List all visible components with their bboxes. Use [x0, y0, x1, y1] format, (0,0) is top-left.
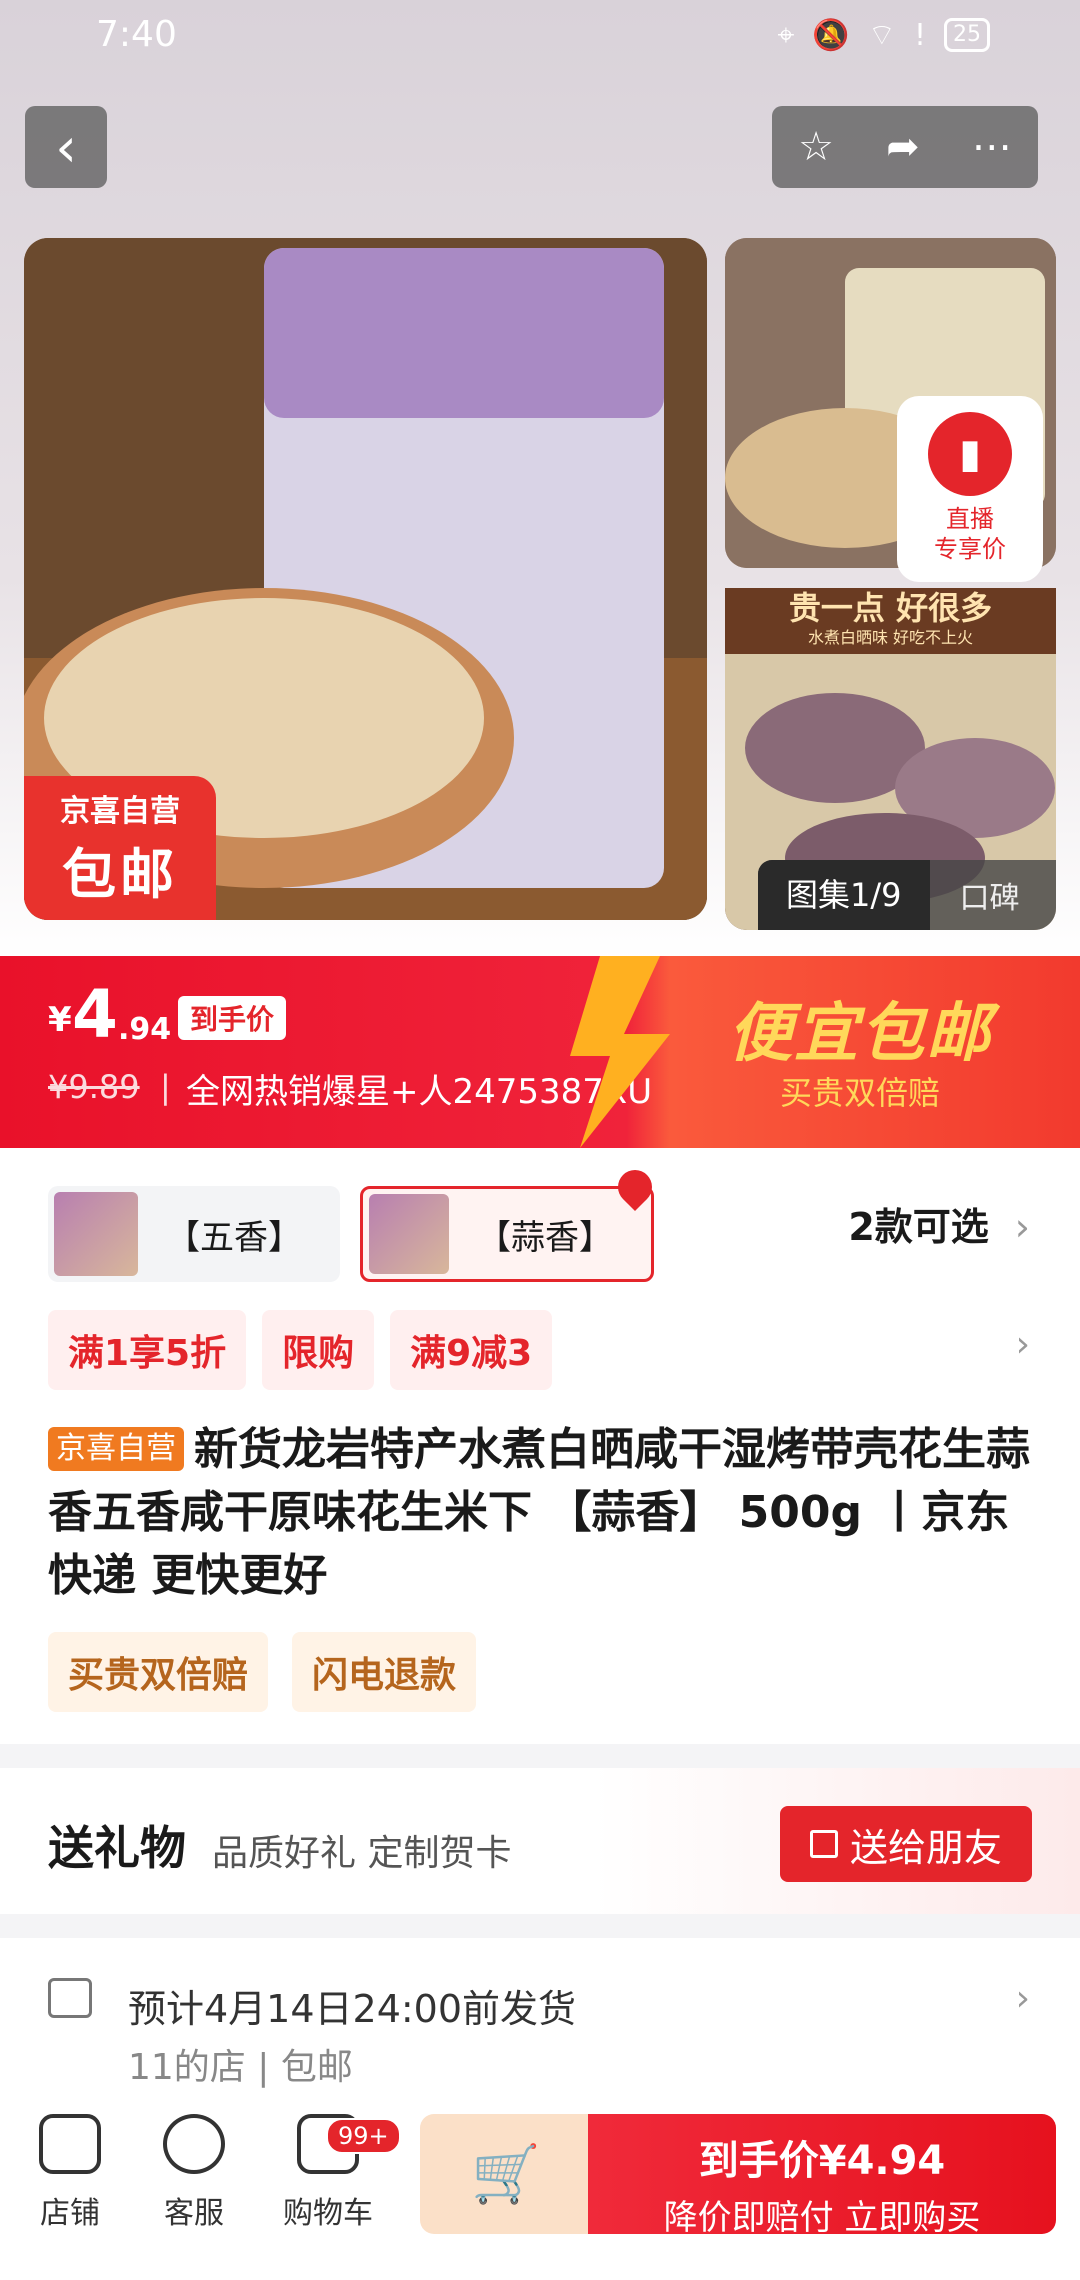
cart-label: 购物车: [283, 2196, 373, 2231]
service-tag[interactable]: 买贵双倍赔: [48, 1632, 269, 1712]
coupon-item[interactable]: 限购: [262, 1310, 375, 1390]
price-integer: 4: [72, 976, 118, 1053]
shipping-section[interactable]: 预计4月14日24:00前发货 11的店 | 包邮 ›: [0, 1938, 1080, 2118]
jingxi-badge-top: 京喜自营: [60, 794, 180, 829]
variant-label: 【五香】: [166, 1217, 302, 1258]
share-icon[interactable]: ➦: [886, 124, 920, 170]
variant-thumb: [369, 1194, 449, 1274]
product-title: 京喜自营 新货龙岩特产水煮白晒咸干湿烤带壳花生蒜香五香咸干原味花生米下 【蒜香】 …: [48, 1418, 1038, 1607]
shop-info: 11的店 | 包邮: [128, 2047, 353, 2088]
shop-button[interactable]: 店铺: [36, 2114, 104, 2232]
battery-icon: 25: [944, 18, 990, 52]
status-time: 7:40: [96, 14, 177, 55]
price-currency: ¥: [48, 1000, 72, 1040]
service-tags: 买贵双倍赔 闪电退款: [48, 1632, 477, 1712]
status-icons: ⌖ 🔕 ⌔ ! 25: [778, 16, 990, 54]
top-action-group: ☆ ➦ ⋯: [772, 106, 1038, 188]
chevron-right-icon: ›: [1014, 1205, 1030, 1249]
live-price-badge[interactable]: ▮ 直播 专享价: [897, 396, 1043, 582]
price-bar: ¥ 4 .94 到手价 ¥9.89 | 全网热销爆星+人2475387XU 便宜…: [0, 956, 1080, 1148]
wifi-icon: ⌔: [867, 18, 896, 53]
gallery-counter-text: 图集1/9: [758, 860, 930, 930]
shop-icon: [39, 2114, 101, 2174]
coupon-list: 满1享5折 限购 满9减3: [48, 1310, 553, 1390]
coupon-chevron-icon[interactable]: ›: [1016, 1324, 1030, 1365]
variant-suanxiang[interactable]: 【蒜香】: [360, 1186, 654, 1282]
gift-subtitle: 品质好礼 定制贺卡: [212, 1833, 512, 1874]
bottom-action-bar: 店铺 客服 购物车 99+ 🛒 到手价¥4.94 降价即赔付 立即购买: [0, 2094, 1080, 2280]
product-info: 【五香】 【蒜香】 2款可选 › 满1享5折 限购 满9减3 › 京喜自营 新货龙岩…: [0, 1148, 1080, 1744]
original-price: ¥9.89: [48, 1068, 140, 1106]
jingxi-badge: 京喜自营 包邮: [24, 776, 216, 920]
status-bar: 7:40 ⌖ 🔕 ⌔ ! 25: [0, 0, 1080, 72]
live-icon: ▮: [928, 412, 1012, 496]
quality-banner: 贵一点 好很多 水煮白晒味 好吃不上火: [725, 588, 1056, 654]
add-to-cart-button[interactable]: 🛒: [420, 2114, 592, 2234]
variant-thumb: [54, 1192, 138, 1276]
price-decimal: .94: [118, 1012, 172, 1047]
gift-heading: 送礼物: [48, 1821, 186, 1875]
customer-service-button[interactable]: 客服: [160, 2114, 228, 2232]
coupon-item[interactable]: 满1享5折: [48, 1310, 247, 1390]
quality-banner-title: 贵一点 好很多: [788, 589, 993, 627]
send-gift-button[interactable]: 送给朋友: [780, 1806, 1032, 1882]
variant-count-selector[interactable]: 2款可选 ›: [848, 1196, 1030, 1251]
shipping-estimate: 预计4月14日24:00前发货: [128, 1987, 577, 2031]
lightning-bolt-icon: [570, 956, 670, 1148]
customer-service-icon: [163, 2114, 225, 2174]
variant-wuxiang[interactable]: 【五香】: [48, 1186, 340, 1282]
more-icon[interactable]: ⋯: [972, 124, 1012, 170]
alert-icon: !: [913, 17, 926, 53]
back-button[interactable]: ‹: [25, 106, 107, 188]
mute-icon: 🔕: [812, 17, 850, 53]
chevron-left-icon: ‹: [55, 115, 77, 179]
cart-count-badge: 99+: [326, 2118, 401, 2154]
self-operated-tag: 京喜自营: [48, 1427, 184, 1471]
coupon-item[interactable]: 满9减3: [390, 1310, 553, 1390]
quality-banner-sub: 水煮白晒味 好吃不上火: [807, 628, 974, 647]
location-icon: ⌖: [777, 17, 795, 53]
variant-label: 【蒜香】: [477, 1217, 613, 1258]
send-gift-label: 送给朋友: [849, 1825, 1002, 1870]
price-separator: |: [160, 1068, 171, 1106]
gallery-counter[interactable]: 图集1/9 口碑: [758, 860, 1056, 930]
shop-label: 店铺: [40, 2196, 100, 2231]
product-detail-page: 7:40 ⌖ 🔕 ⌔ ! 25 ‹ ☆ ➦ ⋯ 京喜自营 包邮 ▮ 直播 专享价…: [0, 0, 1080, 2280]
product-title-text: 新货龙岩特产水煮白晒咸干湿烤带壳花生蒜香五香咸干原味花生米下 【蒜香】 500g…: [48, 1424, 1030, 1601]
service-tag[interactable]: 闪电退款: [292, 1632, 477, 1712]
favorite-icon[interactable]: ☆: [798, 124, 834, 170]
final-price-tag: 到手价: [178, 996, 287, 1040]
promo-subtitle: 买贵双倍赔: [780, 1074, 941, 1112]
live-label: 直播: [946, 505, 994, 533]
gift-icon: [809, 1830, 838, 1858]
jingxi-badge-bottom: 包邮: [62, 843, 178, 906]
promo-title: 便宜包邮: [728, 997, 992, 1071]
gallery-area: 7:40 ⌖ 🔕 ⌔ ! 25 ‹ ☆ ➦ ⋯ 京喜自营 包邮 ▮ 直播 专享价…: [0, 0, 1080, 960]
buy-price: 到手价¥4.94: [698, 2138, 946, 2184]
truck-icon: [48, 1978, 92, 2018]
buy-subtext: 降价即赔付 立即购买: [663, 2198, 981, 2238]
live-price-label: 专享价: [934, 535, 1006, 563]
koubei-tab[interactable]: 口碑: [930, 873, 1020, 917]
add-cart-icon: 🛒: [471, 2142, 541, 2207]
gift-section: 送礼物 品质好礼 定制贺卡 送给朋友: [0, 1768, 1080, 1914]
customer-service-label: 客服: [164, 2196, 224, 2231]
buy-now-button[interactable]: 到手价¥4.94 降价即赔付 立即购买: [588, 2114, 1056, 2238]
variant-count: 2款可选: [848, 1205, 989, 1249]
chevron-right-icon: ›: [1015, 1978, 1030, 2019]
